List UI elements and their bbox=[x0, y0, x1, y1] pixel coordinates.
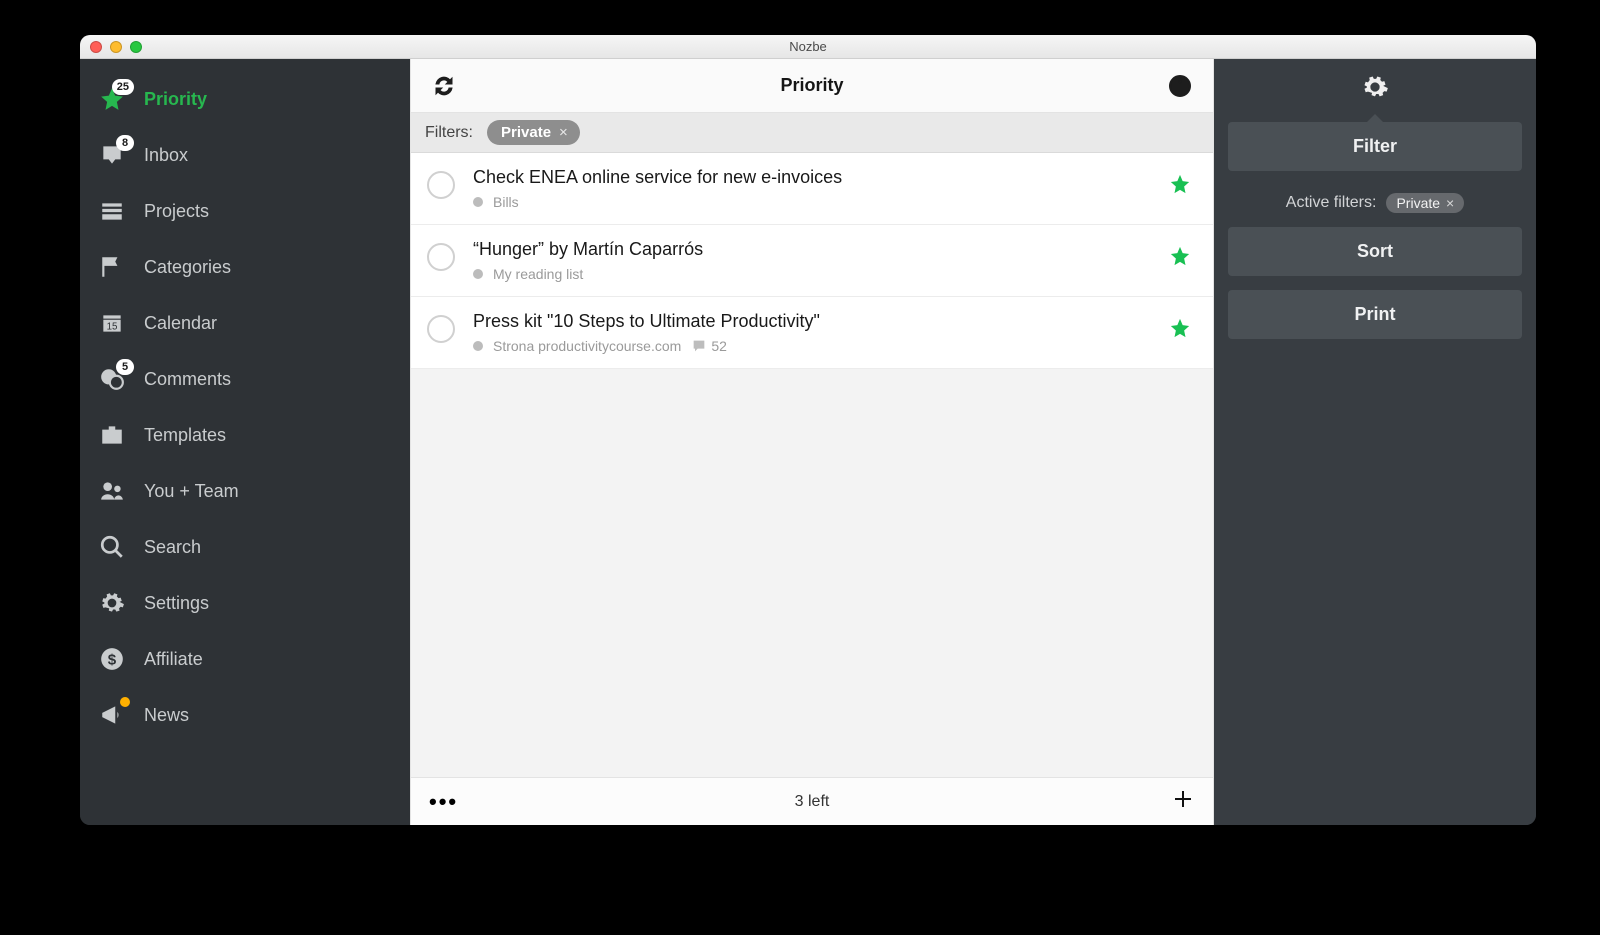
sidebar-item-search[interactable]: Search bbox=[80, 519, 410, 575]
task-meta: My reading list bbox=[473, 266, 1151, 282]
sidebar: 25 Priority 8 Inbox Projects bbox=[80, 59, 410, 825]
panel-gear-icon[interactable] bbox=[1361, 73, 1389, 106]
sidebar-item-label: Search bbox=[144, 537, 201, 558]
main-title: Priority bbox=[411, 75, 1213, 96]
print-button[interactable]: Print bbox=[1228, 290, 1522, 339]
sidebar-item-categories[interactable]: Categories bbox=[80, 239, 410, 295]
sidebar-item-label: Settings bbox=[144, 593, 209, 614]
filter-button[interactable]: Filter bbox=[1228, 122, 1522, 171]
task-project: My reading list bbox=[493, 266, 583, 282]
sidebar-item-comments[interactable]: 5 Comments bbox=[80, 351, 410, 407]
sidebar-item-label: Inbox bbox=[144, 145, 188, 166]
task-checkbox[interactable] bbox=[427, 243, 455, 271]
sidebar-item-label: News bbox=[144, 705, 189, 726]
task-title: Press kit "10 Steps to Ultimate Producti… bbox=[473, 311, 1151, 332]
task-star-button[interactable] bbox=[1169, 317, 1191, 344]
window-controls bbox=[90, 41, 142, 53]
sidebar-item-projects[interactable]: Projects bbox=[80, 183, 410, 239]
task-star-button[interactable] bbox=[1169, 245, 1191, 272]
active-filters-row: Active filters: Private × bbox=[1228, 193, 1522, 213]
sidebar-item-priority[interactable]: 25 Priority bbox=[80, 71, 410, 127]
dollar-icon: $ bbox=[98, 645, 126, 673]
app-body: 25 Priority 8 Inbox Projects bbox=[80, 59, 1536, 825]
comments-icon: 5 bbox=[98, 365, 126, 393]
task-title: Check ENEA online service for new e-invo… bbox=[473, 167, 1151, 188]
sidebar-item-label: Calendar bbox=[144, 313, 217, 334]
sidebar-item-label: You + Team bbox=[144, 481, 239, 502]
sort-button[interactable]: Sort bbox=[1228, 227, 1522, 276]
active-filter-chip[interactable]: Private × bbox=[1386, 193, 1464, 213]
inbox-icon: 8 bbox=[98, 141, 126, 169]
remove-active-filter-icon[interactable]: × bbox=[1446, 195, 1454, 211]
task-meta: Strona productivitycourse.com 52 bbox=[473, 338, 1151, 354]
task-checkbox[interactable] bbox=[427, 171, 455, 199]
sidebar-item-label: Categories bbox=[144, 257, 231, 278]
main-pane: Priority Filters: Private × bbox=[410, 59, 1214, 825]
sidebar-item-label: Comments bbox=[144, 369, 231, 390]
filters-label: Filters: bbox=[425, 124, 473, 142]
task-checkbox[interactable] bbox=[427, 315, 455, 343]
main-footer: ••• 3 left bbox=[411, 777, 1213, 825]
team-icon bbox=[98, 477, 126, 505]
filters-bar: Filters: Private × bbox=[411, 113, 1213, 153]
sidebar-item-calendar[interactable]: 15 Calendar bbox=[80, 295, 410, 351]
svg-text:$: $ bbox=[108, 651, 117, 668]
flag-icon bbox=[98, 253, 126, 281]
close-window-button[interactable] bbox=[90, 41, 102, 53]
sidebar-item-inbox[interactable]: 8 Inbox bbox=[80, 127, 410, 183]
sidebar-item-templates[interactable]: Templates bbox=[80, 407, 410, 463]
main-toolbar: Priority bbox=[411, 59, 1213, 113]
comments-count: 52 bbox=[691, 338, 727, 354]
sidebar-item-label: Projects bbox=[144, 201, 209, 222]
sidebar-item-affiliate[interactable]: $ Affiliate bbox=[80, 631, 410, 687]
inbox-badge: 8 bbox=[116, 135, 134, 151]
task-list: Check ENEA online service for new e-invo… bbox=[411, 153, 1213, 777]
sidebar-item-news[interactable]: News bbox=[80, 687, 410, 743]
app-window: Nozbe 25 Priority 8 Inbox bbox=[80, 35, 1536, 825]
active-filter-chip-label: Private bbox=[1396, 195, 1440, 211]
megaphone-icon bbox=[98, 701, 126, 729]
task-meta: Bills bbox=[473, 194, 1151, 210]
sidebar-item-label: Priority bbox=[144, 89, 207, 110]
news-dot-badge bbox=[120, 697, 130, 707]
sidebar-item-label: Affiliate bbox=[144, 649, 203, 670]
star-icon: 25 bbox=[98, 85, 126, 113]
task-project: Bills bbox=[493, 194, 519, 210]
briefcase-icon bbox=[98, 421, 126, 449]
zoom-window-button[interactable] bbox=[130, 41, 142, 53]
task-project: Strona productivitycourse.com bbox=[493, 338, 681, 354]
project-dot-icon bbox=[473, 341, 483, 351]
refresh-button[interactable] bbox=[429, 71, 459, 101]
projects-icon bbox=[98, 197, 126, 225]
tasks-left-label: 3 left bbox=[411, 793, 1213, 811]
gear-icon bbox=[98, 589, 126, 617]
filter-chip-label: Private bbox=[501, 124, 551, 141]
filter-chip-private[interactable]: Private × bbox=[487, 120, 580, 145]
calendar-icon: 15 bbox=[98, 309, 126, 337]
task-row[interactable]: Check ENEA online service for new e-invo… bbox=[411, 153, 1213, 225]
task-row[interactable]: “Hunger” by Martín Caparrós My reading l… bbox=[411, 225, 1213, 297]
task-star-button[interactable] bbox=[1169, 173, 1191, 200]
sidebar-item-team[interactable]: You + Team bbox=[80, 463, 410, 519]
sidebar-item-settings[interactable]: Settings bbox=[80, 575, 410, 631]
remove-filter-icon[interactable]: × bbox=[559, 124, 568, 141]
right-panel: Filter Active filters: Private × Sort Pr… bbox=[1214, 59, 1536, 825]
minimize-window-button[interactable] bbox=[110, 41, 122, 53]
task-title: “Hunger” by Martín Caparrós bbox=[473, 239, 1151, 260]
project-dot-icon bbox=[473, 197, 483, 207]
search-icon bbox=[98, 533, 126, 561]
project-dot-icon bbox=[473, 269, 483, 279]
titlebar: Nozbe bbox=[80, 35, 1536, 59]
info-button[interactable] bbox=[1165, 71, 1195, 101]
sidebar-item-label: Templates bbox=[144, 425, 226, 446]
window-title: Nozbe bbox=[789, 39, 827, 54]
priority-badge: 25 bbox=[112, 79, 134, 95]
comments-badge: 5 bbox=[116, 359, 134, 375]
task-row[interactable]: Press kit "10 Steps to Ultimate Producti… bbox=[411, 297, 1213, 369]
svg-text:15: 15 bbox=[107, 322, 118, 333]
active-filters-label: Active filters: bbox=[1286, 194, 1377, 212]
